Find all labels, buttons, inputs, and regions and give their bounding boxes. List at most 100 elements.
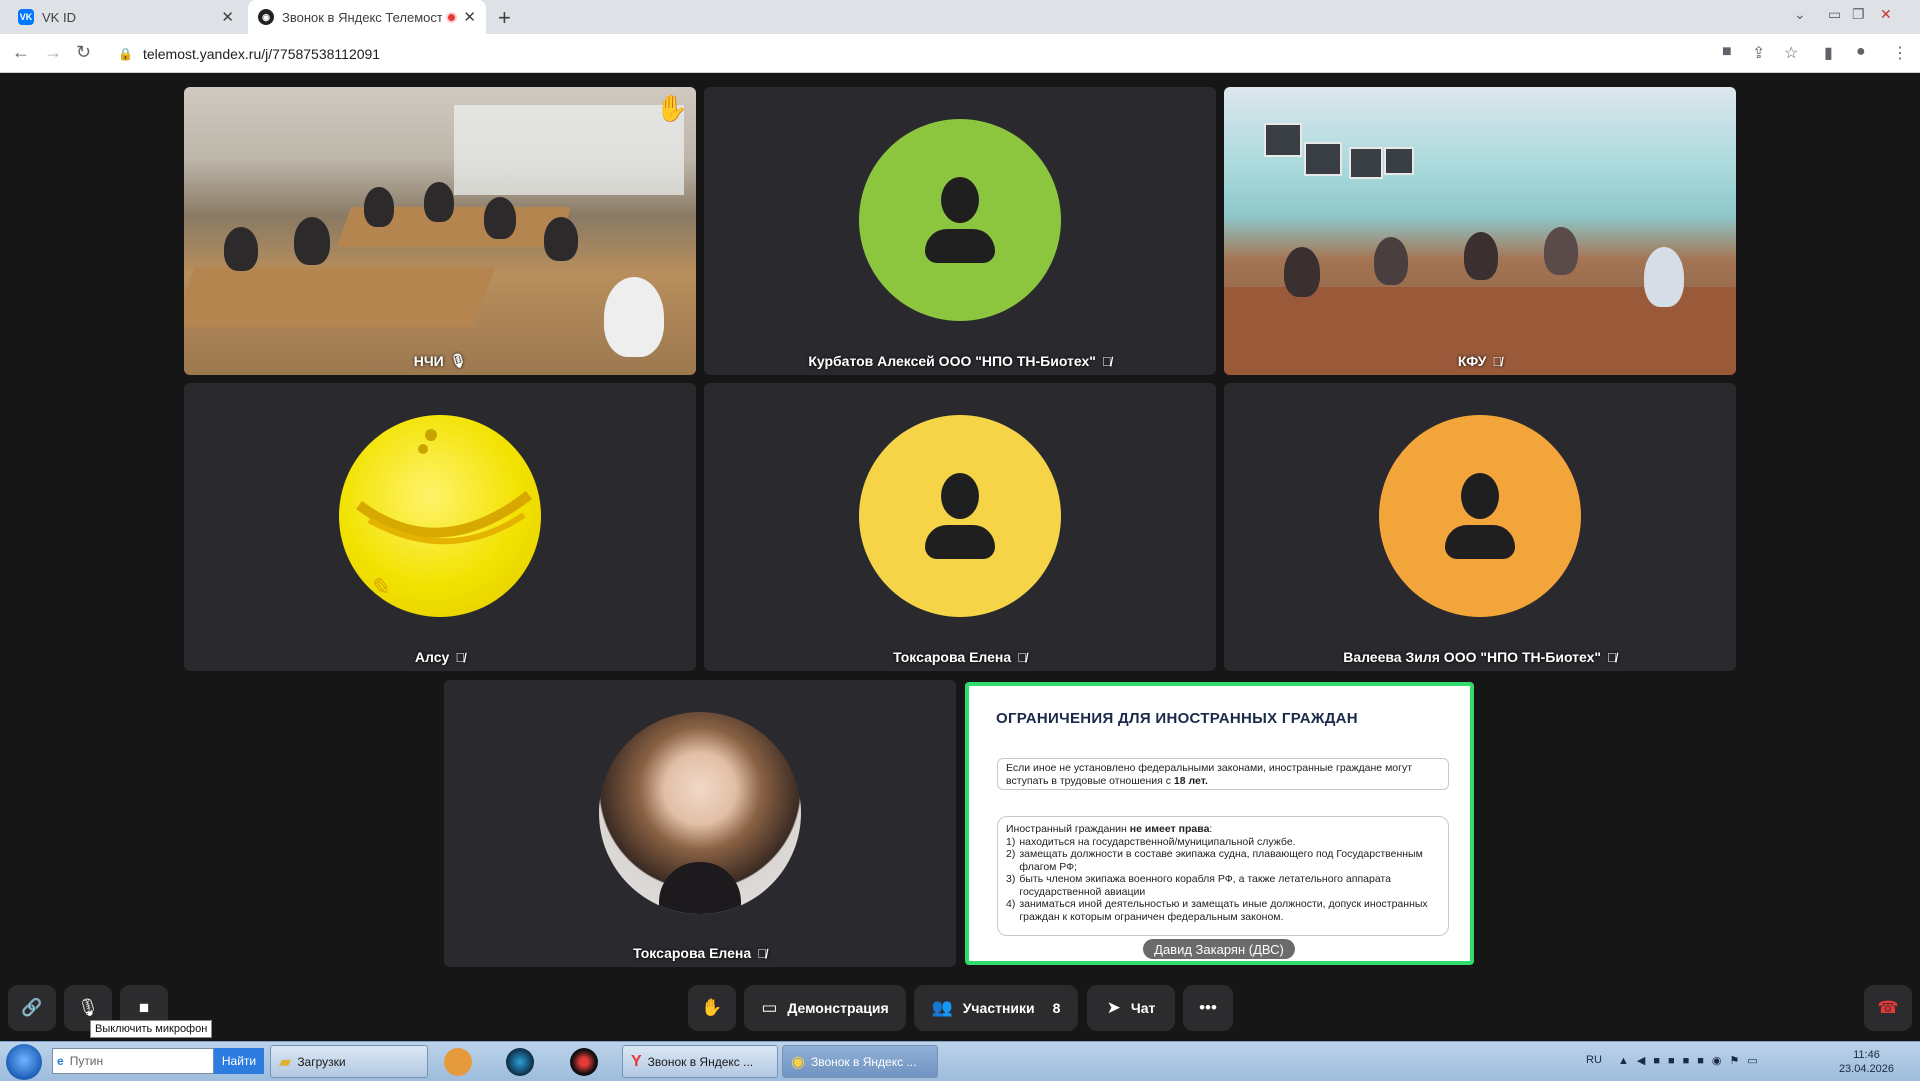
slide-list-item: 4) заниматься иной деятельностью и замеща… [1006,898,1440,923]
system-tray-icons[interactable]: ▲◀■■■■◉⚑▭ [1618,1054,1766,1067]
chat-button[interactable]: ➤ Чат [1087,985,1175,1031]
slide-list-item: 1) находиться на государственной/муниципа… [1006,836,1440,849]
item-text: замещать должности в составе экипажа суд… [1019,848,1423,873]
copy-link-button[interactable]: 🔗 [8,985,56,1031]
participants-label: Участники [962,1000,1035,1016]
restore-icon[interactable]: ❐ [1852,6,1865,23]
participant-tile-kurbatov[interactable]: Курбатов Алексей ООО "НПО ТН-Биотех" 🎙̸ [704,87,1216,375]
participant-name-text: КФУ [1457,353,1487,369]
recorder-icon[interactable] [570,1048,598,1076]
taskbar-item-label: Звонок в Яндекс ... [647,1054,754,1069]
participants-icon: 👥 [931,998,953,1017]
media-player-icon[interactable] [444,1048,472,1076]
search-button[interactable]: Найти [214,1048,264,1074]
back-icon[interactable]: ← [12,42,30,63]
person-icon [941,473,979,519]
person-icon-body [925,525,995,559]
menu-icon[interactable]: ⋮ [1892,43,1908,63]
participant-name: Валеева Зиля ООО "НПО ТН-Биотех" 🎙̸ [1224,649,1736,665]
tab-title: VK ID [42,9,76,25]
share-icon[interactable]: ⇪ [1752,43,1765,63]
mic-off-icon: 🎙̸ [1607,649,1617,665]
item-num: 3) [1006,873,1016,885]
slide-restrictions-intro: Иностранный гражданин не имеет права: [1006,823,1213,835]
vk-icon: VK [18,9,34,25]
mic-off-icon: 🎙̸ [1492,353,1503,369]
url-field[interactable]: 🔒 telemost.yandex.ru/j/77587538112091 [118,41,1698,67]
taskbar-item-yandex-browser[interactable]: Y Звонок в Яндекс ... [622,1045,778,1078]
item-num: 4) [1006,898,1016,910]
slide-age-bold: 18 лет. [1173,775,1208,787]
side-panel-icon[interactable]: ▮ [1824,43,1833,63]
tab-close-icon[interactable]: ✕ [221,8,234,26]
telemost-icon: ◉ [258,9,274,25]
tab-vk-id[interactable]: VK VK ID ✕ [8,0,244,34]
slide-title: ОГРАНИЧЕНИЯ ДЛЯ ИНОСТРАННЫХ ГРАЖДАН [996,710,1358,727]
taskbar-item-downloads[interactable]: ▰ Загрузки [270,1045,428,1078]
app-icon[interactable] [506,1048,534,1076]
camera-permission-icon[interactable]: ■ [1722,43,1732,61]
minimize-icon[interactable]: ▭ [1828,6,1841,23]
presenter-label: Давид Закарян (ДВС) [1143,939,1295,959]
forward-icon[interactable]: → [44,42,62,63]
slide-intro-bold: не имеет права [1129,823,1210,835]
start-button[interactable] [6,1044,42,1080]
slide-restrictions-box: Иностранный гражданин не имеет права: 1)… [997,816,1449,936]
tab-telemost[interactable]: ◉ Звонок в Яндекс Телемосте ✕ [248,0,486,34]
bookmark-star-icon[interactable]: ☆ [1784,43,1798,63]
student [544,217,578,261]
hang-up-button[interactable]: ☎ [1864,985,1912,1031]
slide-age-text: Если иное не установлено федеральными за… [1006,762,1413,787]
more-button[interactable]: ••• [1183,985,1233,1031]
chat-label: Чат [1130,1000,1156,1016]
participant-tile-toksarova-photo[interactable]: Токсарова Елена 🎙̸ [444,680,956,967]
participant-name: КФУ 🎙̸ [1224,353,1736,369]
avatar [859,119,1061,321]
mic-tooltip: Выключить микрофон [90,1020,213,1038]
participant-name-text: Токсарова Елена [633,945,752,961]
person-icon [941,177,979,223]
mic-on-icon: 🎙 [449,353,467,368]
participant-tile-alsu[interactable]: ✎ Алсу 🎙̸ [184,383,696,671]
avatar [859,415,1061,617]
raise-hand-button[interactable]: ✋ [688,985,736,1031]
taskbar-item-label: Загрузки [297,1054,346,1069]
taskbar-item-chrome[interactable]: ◉ Звонок в Яндекс ... [782,1045,938,1078]
more-icon: ••• [1199,998,1217,1017]
mic-off-icon: 🎙̸ [455,649,466,665]
participant-tile-kfu[interactable]: КФУ 🎙̸ [1224,87,1736,375]
send-icon: ➤ [1106,998,1121,1017]
tab-close-icon[interactable]: ✕ [463,8,476,26]
item-num: 1) [1006,835,1016,848]
link-icon: 🔗 [21,998,43,1017]
profile-icon[interactable]: ● [1856,43,1866,61]
new-tab-icon[interactable]: + [498,5,511,31]
person-icon-body [925,229,995,263]
participant-tile-valeeva[interactable]: Валеева Зиля ООО "НПО ТН-Биотех" 🎙̸ [1224,383,1736,671]
camera-icon: ■ [138,998,150,1017]
person-icon-body [1445,525,1515,559]
reload-icon[interactable]: ↻ [76,42,91,63]
yandex-browser-icon: Y [631,1052,642,1070]
tab-search-chevron-icon[interactable]: ⌄ [1794,6,1806,23]
participant-tile-nchi[interactable]: ✋ НЧИ 🎙 [184,87,696,375]
desk [184,267,495,327]
language-indicator[interactable]: RU [1586,1054,1602,1066]
taskbar-search-input[interactable]: e Путин [52,1048,214,1074]
student [484,197,516,239]
window-close-icon[interactable]: ✕ [1880,6,1892,23]
participant-name-text: Алсу [414,649,450,665]
profile-photo [599,712,801,914]
slide-list-item: 2) замещать должности в составе экипажа с… [1006,848,1440,873]
taskbar-clock[interactable]: 11:46 23.04.2026 [1839,1048,1894,1076]
mic-off-icon: 🎙̸ [1017,649,1027,665]
screen-share-button[interactable]: ▭ Демонстрация [744,985,906,1031]
screen-share-tile[interactable]: ОГРАНИЧЕНИЯ ДЛЯ ИНОСТРАННЫХ ГРАЖДАН Если… [965,682,1474,965]
student [424,182,454,222]
participant-tile-toksarova[interactable]: Токсарова Елена 🎙̸ [704,383,1216,671]
phone-hangup-icon: ☎ [1877,998,1899,1017]
smiley-avatar: ✎ [339,415,541,617]
raised-hand-icon: ✋ [655,93,688,123]
taskbar-item-label: Звонок в Яндекс ... [810,1054,917,1069]
participants-button[interactable]: 👥 Участники 8 [914,985,1078,1031]
